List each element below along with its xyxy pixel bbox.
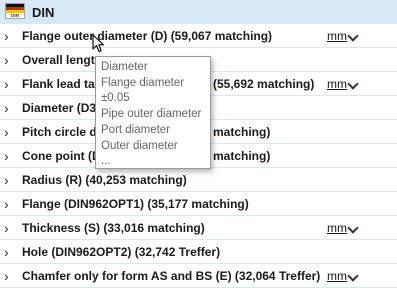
dropdown-option[interactable]: Pipe outer diameter xyxy=(101,107,210,123)
dropdown-option[interactable]: Flange diameter xyxy=(101,76,210,92)
attribute-label: Overall lengt xyxy=(22,53,95,67)
chevron-right-icon[interactable]: › xyxy=(4,245,9,259)
chevron-right-icon[interactable]: › xyxy=(4,77,9,91)
unit-select[interactable]: mm xyxy=(327,269,347,283)
chevron-down-icon[interactable] xyxy=(347,78,359,90)
dropdown-option[interactable]: Outer diameter xyxy=(101,139,210,155)
attribute-label: Thickness (S) (33,016 matching) xyxy=(22,221,205,235)
unit-select[interactable]: mm xyxy=(327,77,347,91)
attribute-label-count: (55,692 matching) xyxy=(213,77,315,91)
chevron-right-icon[interactable]: › xyxy=(4,197,9,211)
attribute-label-count: matching) xyxy=(213,125,271,139)
attribute-label: Cone point (D xyxy=(22,149,101,163)
attribute-row[interactable]: › Radius (R) (40,253 matching) xyxy=(0,168,397,192)
header-title: DIN xyxy=(32,5,55,20)
attribute-label: Flank lead tap xyxy=(22,77,103,91)
chevron-right-icon[interactable]: › xyxy=(4,269,9,283)
chevron-right-icon[interactable]: › xyxy=(4,125,9,139)
attribute-label: Radius (R) (40,253 matching) xyxy=(22,173,187,187)
chevron-right-icon[interactable]: › xyxy=(4,221,9,235)
attribute-label: Diameter (D3 xyxy=(22,101,97,115)
chevron-down-icon[interactable] xyxy=(347,222,359,234)
unit-select[interactable]: mm xyxy=(327,221,347,235)
dropdown-option[interactable]: ±0.05 xyxy=(101,91,210,107)
dropdown-option[interactable]: Port diameter xyxy=(101,123,210,139)
attribute-label: Flange (DIN962OPT1) (35,177 matching) xyxy=(22,197,249,211)
mouse-cursor-icon xyxy=(92,34,105,53)
dropdown-option[interactable]: Diameter xyxy=(101,60,210,76)
attribute-row[interactable]: › Hole (DIN962OPT2) (32,742 Treffer) xyxy=(0,240,397,264)
din-header[interactable]: DIN DIN xyxy=(0,0,397,24)
attribute-row[interactable]: › Flange outer diameter (D) (59,067 match… xyxy=(0,24,397,48)
attribute-row[interactable]: › Chamfer only for form AS and BS (E) (32… xyxy=(0,264,397,288)
chevron-right-icon[interactable]: › xyxy=(4,149,9,163)
attribute-label-count: matching) xyxy=(213,149,271,163)
chevron-down-icon[interactable] xyxy=(347,30,359,42)
chevron-right-icon[interactable]: › xyxy=(4,101,9,115)
chevron-right-icon[interactable]: › xyxy=(4,53,9,67)
attribute-row[interactable]: › Flange (DIN962OPT1) (35,177 matching) xyxy=(0,192,397,216)
dropdown-option[interactable]: ... xyxy=(101,154,210,170)
attribute-label: Hole (DIN962OPT2) (32,742 Treffer) xyxy=(22,245,221,259)
suggestion-dropdown[interactable]: Diameter Flange diameter ±0.05 Pipe oute… xyxy=(95,56,211,169)
attribute-row[interactable]: › Thickness (S) (33,016 matching) mm xyxy=(0,216,397,240)
attribute-label: Flange outer diameter (D) (59,067 matchi… xyxy=(22,29,273,43)
attribute-label: Pitch circle di xyxy=(22,125,101,139)
chevron-right-icon[interactable]: › xyxy=(4,29,9,43)
flag-caption: DIN xyxy=(11,13,19,18)
germany-flag-icon: DIN xyxy=(5,3,25,19)
chevron-right-icon[interactable]: › xyxy=(4,173,9,187)
attribute-label: Chamfer only for form AS and BS (E) (32,… xyxy=(22,269,321,283)
unit-select[interactable]: mm xyxy=(327,29,347,43)
